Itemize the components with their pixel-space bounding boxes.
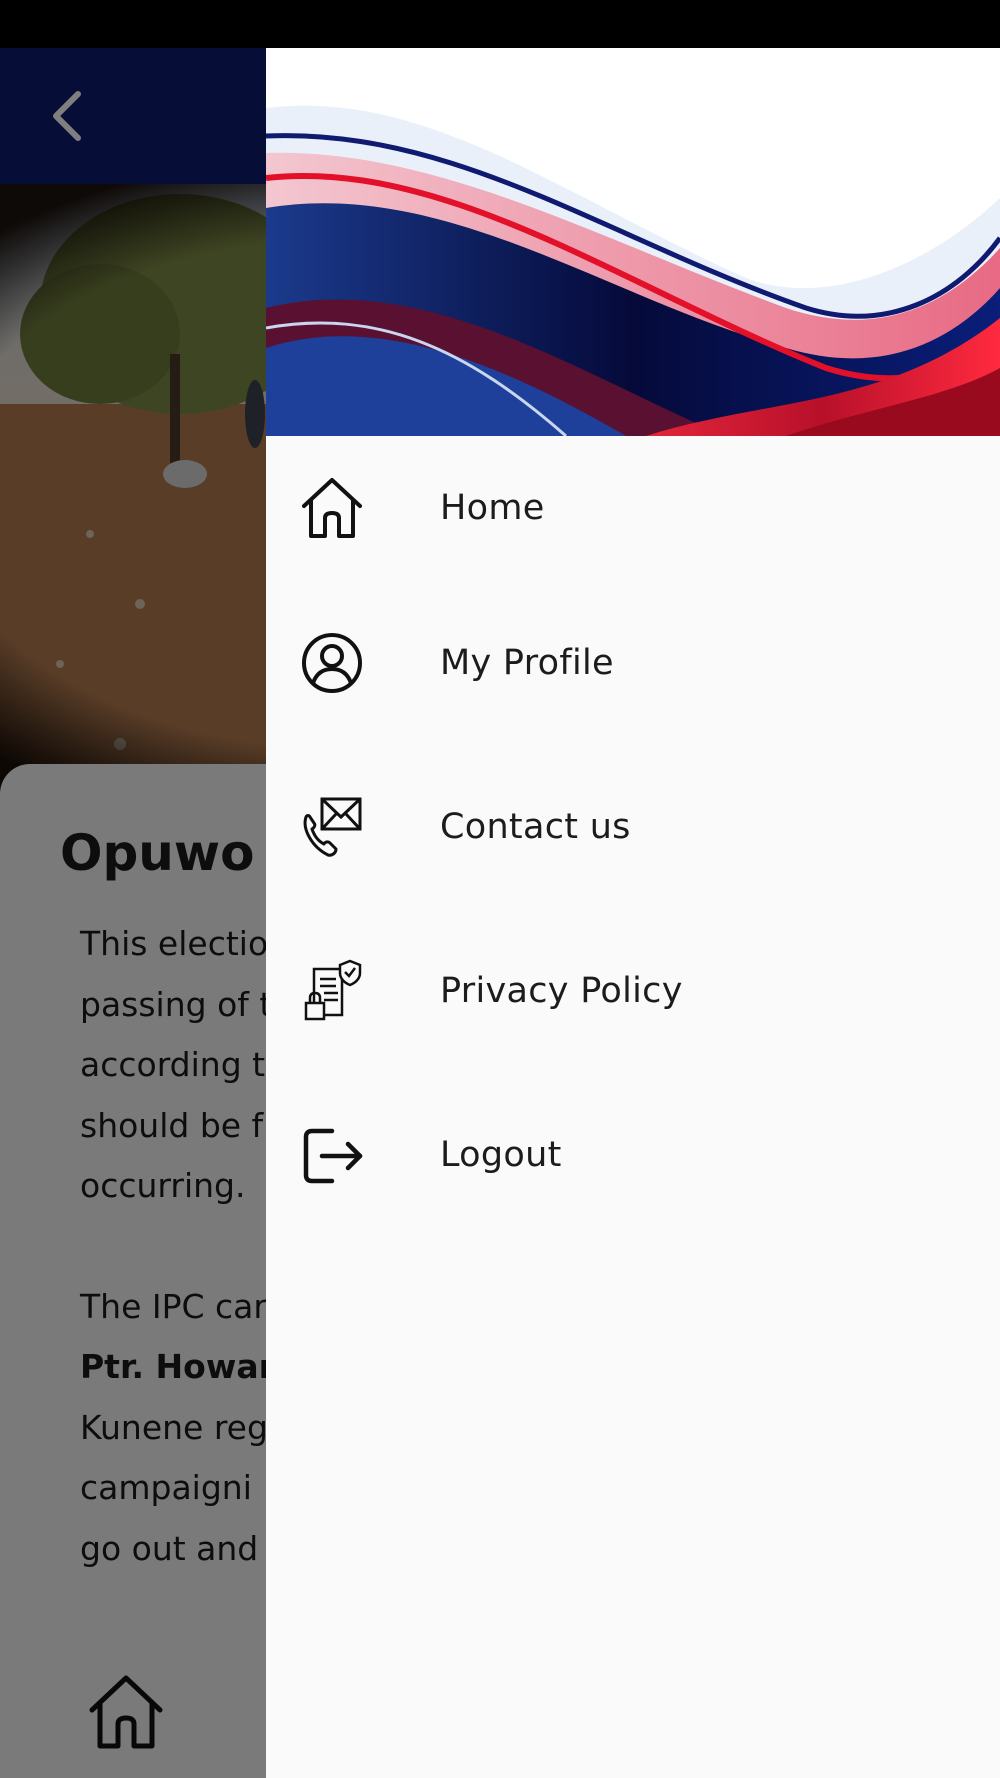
privacy-document-icon	[300, 959, 364, 1023]
menu-item-label: Privacy Policy	[440, 971, 683, 1011]
menu-item-label: Contact us	[440, 807, 631, 847]
menu-item-label: Logout	[440, 1135, 562, 1175]
menu-item-home[interactable]: Home	[266, 438, 1000, 578]
home-icon	[300, 476, 364, 540]
status-bar	[0, 0, 1000, 48]
logout-icon	[300, 1123, 364, 1187]
menu-item-privacy-policy[interactable]: Privacy Policy	[266, 921, 1000, 1061]
menu-item-label: Home	[440, 488, 545, 528]
drawer-header-banner	[266, 48, 1000, 436]
user-circle-icon	[300, 631, 364, 695]
menu-item-my-profile[interactable]: My Profile	[266, 593, 1000, 733]
menu-item-contact-us[interactable]: Contact us	[266, 757, 1000, 897]
menu-item-label: My Profile	[440, 643, 614, 683]
contact-phone-mail-icon	[300, 795, 364, 859]
navigation-drawer: Home My Profile Contact us Privacy Polic…	[266, 48, 1000, 1778]
menu-item-logout[interactable]: Logout	[266, 1085, 1000, 1225]
